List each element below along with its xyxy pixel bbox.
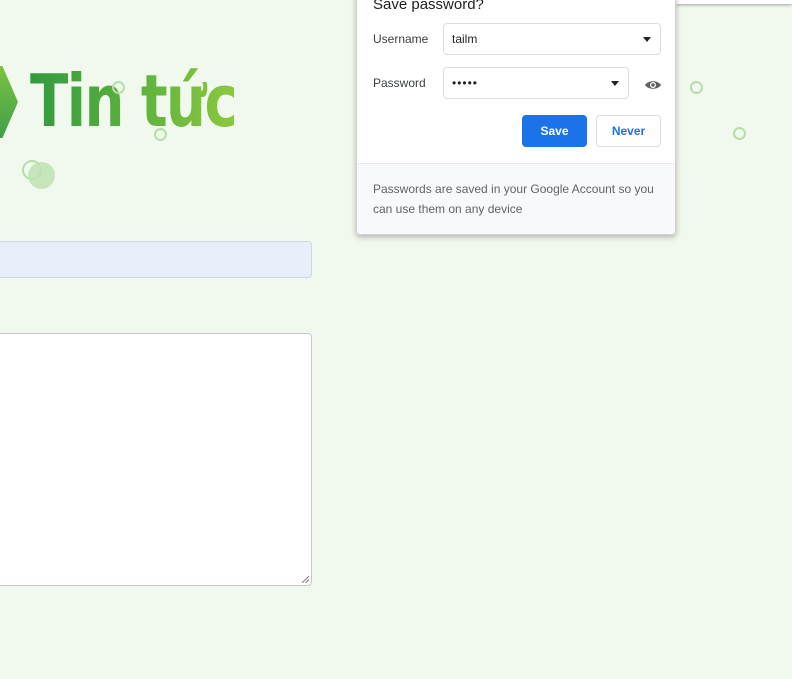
password-value: ••••• bbox=[452, 76, 479, 90]
dialog-title: Save password? bbox=[373, 0, 484, 13]
decorative-ring bbox=[112, 81, 125, 94]
dialog-footer-text: Passwords are saved in your Google Accou… bbox=[373, 182, 654, 216]
decorative-ring bbox=[154, 128, 167, 141]
heading-arrow-icon bbox=[0, 66, 18, 138]
message-textarea[interactable] bbox=[0, 333, 312, 586]
caret-down-icon bbox=[611, 81, 619, 86]
subject-input[interactable] bbox=[0, 241, 312, 278]
save-button[interactable]: Save bbox=[522, 115, 587, 147]
username-select[interactable]: tailm bbox=[443, 23, 661, 55]
decorative-ring bbox=[733, 127, 746, 140]
password-select[interactable]: ••••• bbox=[443, 67, 629, 99]
caret-down-icon bbox=[643, 37, 651, 42]
page-title: Tin tức bbox=[30, 56, 238, 146]
eye-icon[interactable] bbox=[644, 76, 662, 89]
username-value: tailm bbox=[452, 32, 478, 46]
save-password-dialog: Save password? Username tailm Password •… bbox=[356, 0, 676, 235]
never-button[interactable]: Never bbox=[596, 115, 661, 147]
page: Tin tức Save password? Username tailm Pa… bbox=[0, 0, 792, 679]
decorative-dot bbox=[28, 162, 55, 189]
dialog-footer: Passwords are saved in your Google Accou… bbox=[357, 163, 675, 234]
resize-handle-icon[interactable] bbox=[301, 575, 309, 583]
username-label: Username bbox=[373, 32, 429, 46]
decorative-ring bbox=[690, 81, 703, 94]
password-label: Password bbox=[373, 76, 426, 90]
browser-bar-edge bbox=[676, 0, 792, 4]
